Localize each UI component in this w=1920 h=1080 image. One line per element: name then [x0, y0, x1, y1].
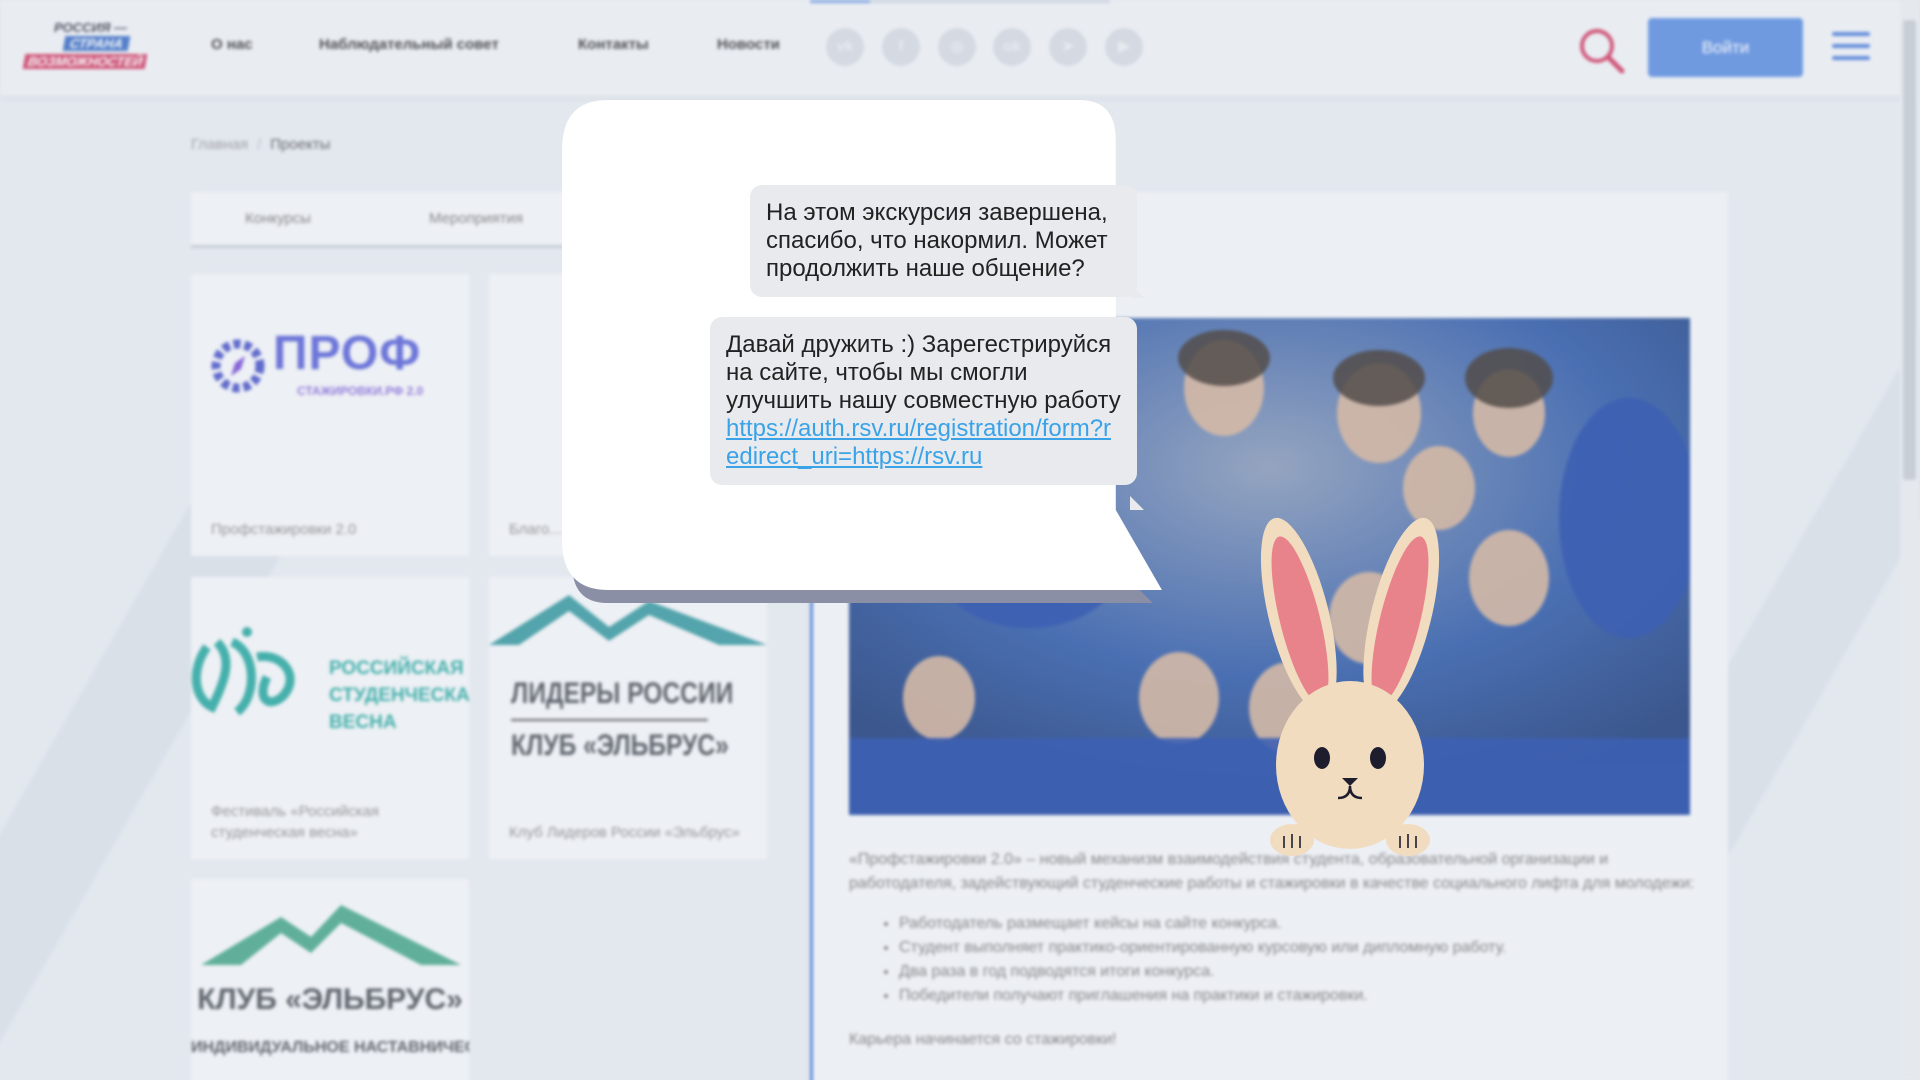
message-tail-icon: [1130, 284, 1144, 298]
registration-link[interactable]: https://auth.rsv.ru/registration/form?re…: [726, 415, 1121, 471]
chat-message-bot: Давай дружить :) Зарегестрируйся на сайт…: [710, 317, 1137, 485]
bunny-mascot-icon: [1260, 517, 1440, 856]
chat-message-text: На этом экскурсия завершена, спасибо, чт…: [766, 199, 1108, 282]
chat-message-text: Давай дружить :) Зарегестрируйся на сайт…: [726, 331, 1121, 414]
message-tail-icon: [1130, 496, 1144, 510]
chat-message-bot: На этом экскурсия завершена, спасибо, чт…: [750, 185, 1137, 297]
